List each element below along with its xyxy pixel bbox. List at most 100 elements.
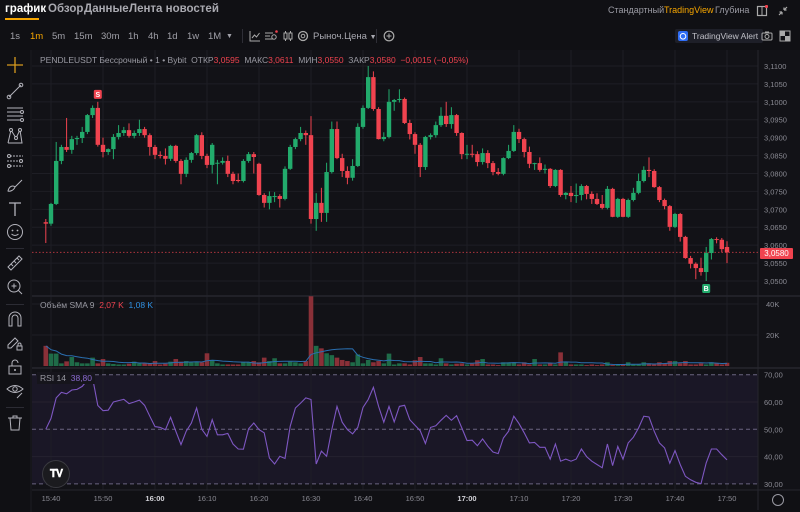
symbol-label[interactable]: PENDLEUSDT Бессрочный • 1 • Bybit xyxy=(40,55,186,65)
volume-bar xyxy=(397,363,402,366)
candle-body xyxy=(142,129,147,136)
camera-icon[interactable] xyxy=(760,29,774,43)
time-tick-label: 17:40 xyxy=(666,494,685,503)
volume-bar xyxy=(423,363,428,366)
volume-bar xyxy=(360,363,366,366)
time-tick-label: 17:30 xyxy=(614,494,633,503)
price-tick-label: 3,0750 xyxy=(764,187,787,196)
lock-drawing-icon[interactable] xyxy=(5,333,25,353)
high-value: 3,0611 xyxy=(268,55,294,65)
interval-15m[interactable]: 15m xyxy=(74,31,92,42)
candle xyxy=(553,169,558,188)
volume-bar xyxy=(100,359,106,366)
trend-line-icon[interactable] xyxy=(5,81,25,101)
fullscreen-icon[interactable] xyxy=(778,29,792,43)
tradingview-logo[interactable]: 𝐓𝐕 xyxy=(42,460,70,488)
volume-bar xyxy=(454,363,459,366)
interval-5m[interactable]: 5m xyxy=(52,31,65,42)
volume-bar xyxy=(563,362,569,366)
text-icon[interactable] xyxy=(5,199,25,219)
volume-bar xyxy=(651,364,657,366)
view-standard[interactable]: Стандартный xyxy=(608,5,664,15)
interval-1d[interactable]: 1d xyxy=(167,31,178,42)
volume-bar xyxy=(693,364,699,366)
ohlc-legend: PENDLEUSDT Бессрочный • 1 • Bybit ОТКР3,… xyxy=(40,55,469,65)
interval-1M[interactable]: 1M xyxy=(208,31,221,42)
rsi-tick-label: 50,00 xyxy=(764,425,783,434)
volume-bar xyxy=(449,364,454,366)
templates-icon[interactable] xyxy=(264,29,278,43)
interval-1m[interactable]: 1m xyxy=(30,31,43,42)
prediction-icon[interactable] xyxy=(5,151,25,171)
candle-body xyxy=(376,108,381,140)
eye-icon[interactable] xyxy=(5,380,25,400)
rsi-legend[interactable]: RSI 14 38,80 xyxy=(37,372,96,384)
tab-data[interactable]: Данные xyxy=(84,3,129,15)
tradingview-alert-button[interactable]: TradingView Alert xyxy=(675,29,764,43)
interval-30m[interactable]: 30m xyxy=(101,31,119,42)
chart-canvas[interactable]: 15:40 15:50 16:00 16:10 16:20 16:30 16:40 16:50… xyxy=(0,0,800,512)
candle-body xyxy=(121,130,126,134)
volume-bar xyxy=(516,364,522,366)
interval-dropdown-icon[interactable]: ▼ xyxy=(226,33,233,40)
candle xyxy=(501,157,506,176)
volume-bar xyxy=(703,364,709,366)
candle-body xyxy=(667,206,672,227)
interval-4h[interactable]: 4h xyxy=(148,31,159,42)
candle xyxy=(85,114,90,135)
magnet-icon[interactable] xyxy=(5,309,25,329)
candle-body xyxy=(80,131,85,139)
candle xyxy=(652,169,657,188)
fib-lines-icon[interactable] xyxy=(5,103,25,123)
zoom-in-icon[interactable] xyxy=(5,277,25,297)
candle-body xyxy=(548,168,553,187)
tab-news-feed[interactable]: Лента новостей xyxy=(129,3,219,15)
volume-bar xyxy=(85,363,90,366)
candle-body xyxy=(184,159,189,174)
candle-body xyxy=(147,135,152,147)
price-tick-label: 3,1100 xyxy=(764,62,786,71)
interval-1s[interactable]: 1s xyxy=(10,31,20,42)
volume-bar xyxy=(313,345,319,366)
candle-body xyxy=(272,196,277,198)
candle xyxy=(454,114,459,136)
crosshair-icon[interactable] xyxy=(5,55,25,75)
brush-icon[interactable] xyxy=(5,175,25,195)
ruler-icon[interactable] xyxy=(5,253,25,273)
time-tick-label: 17:10 xyxy=(510,494,529,503)
candle xyxy=(683,235,688,259)
candle-body xyxy=(584,186,589,194)
candle-type-icon[interactable] xyxy=(281,29,295,43)
interval-1h[interactable]: 1h xyxy=(128,31,139,42)
axis-settings-icon[interactable] xyxy=(772,494,784,506)
volume-bar xyxy=(568,364,574,366)
add-icon[interactable] xyxy=(382,29,396,43)
settings-icon[interactable] xyxy=(296,29,310,43)
trash-icon[interactable] xyxy=(5,413,25,433)
lock-icon[interactable] xyxy=(5,357,25,377)
volume-legend[interactable]: Объём SMA 9 2,07 K 1,08 K xyxy=(40,300,153,310)
candle-body xyxy=(568,192,574,197)
candle xyxy=(672,212,678,228)
volume-bar xyxy=(490,364,496,366)
time-tick-label: 16:00 xyxy=(145,494,164,503)
emoji-icon[interactable] xyxy=(5,222,25,242)
pattern-icon[interactable] xyxy=(5,126,25,146)
marker-label: S xyxy=(95,92,100,99)
layout-icon[interactable] xyxy=(756,4,769,17)
view-tradingview[interactable]: TradingView xyxy=(664,5,714,15)
tab-overview[interactable]: Обзор xyxy=(48,3,83,15)
interval-1w[interactable]: 1w xyxy=(187,31,199,42)
price-tick-label: 3,1000 xyxy=(764,98,787,107)
candle xyxy=(241,159,246,183)
volume-bar xyxy=(537,364,543,366)
collapse-icon[interactable] xyxy=(777,4,789,16)
candle-body xyxy=(392,100,397,102)
candle-body xyxy=(350,165,355,178)
tab-chart[interactable]: график xyxy=(5,3,46,15)
indicators-icon[interactable] xyxy=(248,29,262,43)
view-depth[interactable]: Глубина xyxy=(715,5,749,15)
volume-bar xyxy=(584,365,589,366)
price-type-select[interactable]: Рыноч.Цена ▼ xyxy=(313,31,377,42)
volume-bar xyxy=(402,363,407,366)
